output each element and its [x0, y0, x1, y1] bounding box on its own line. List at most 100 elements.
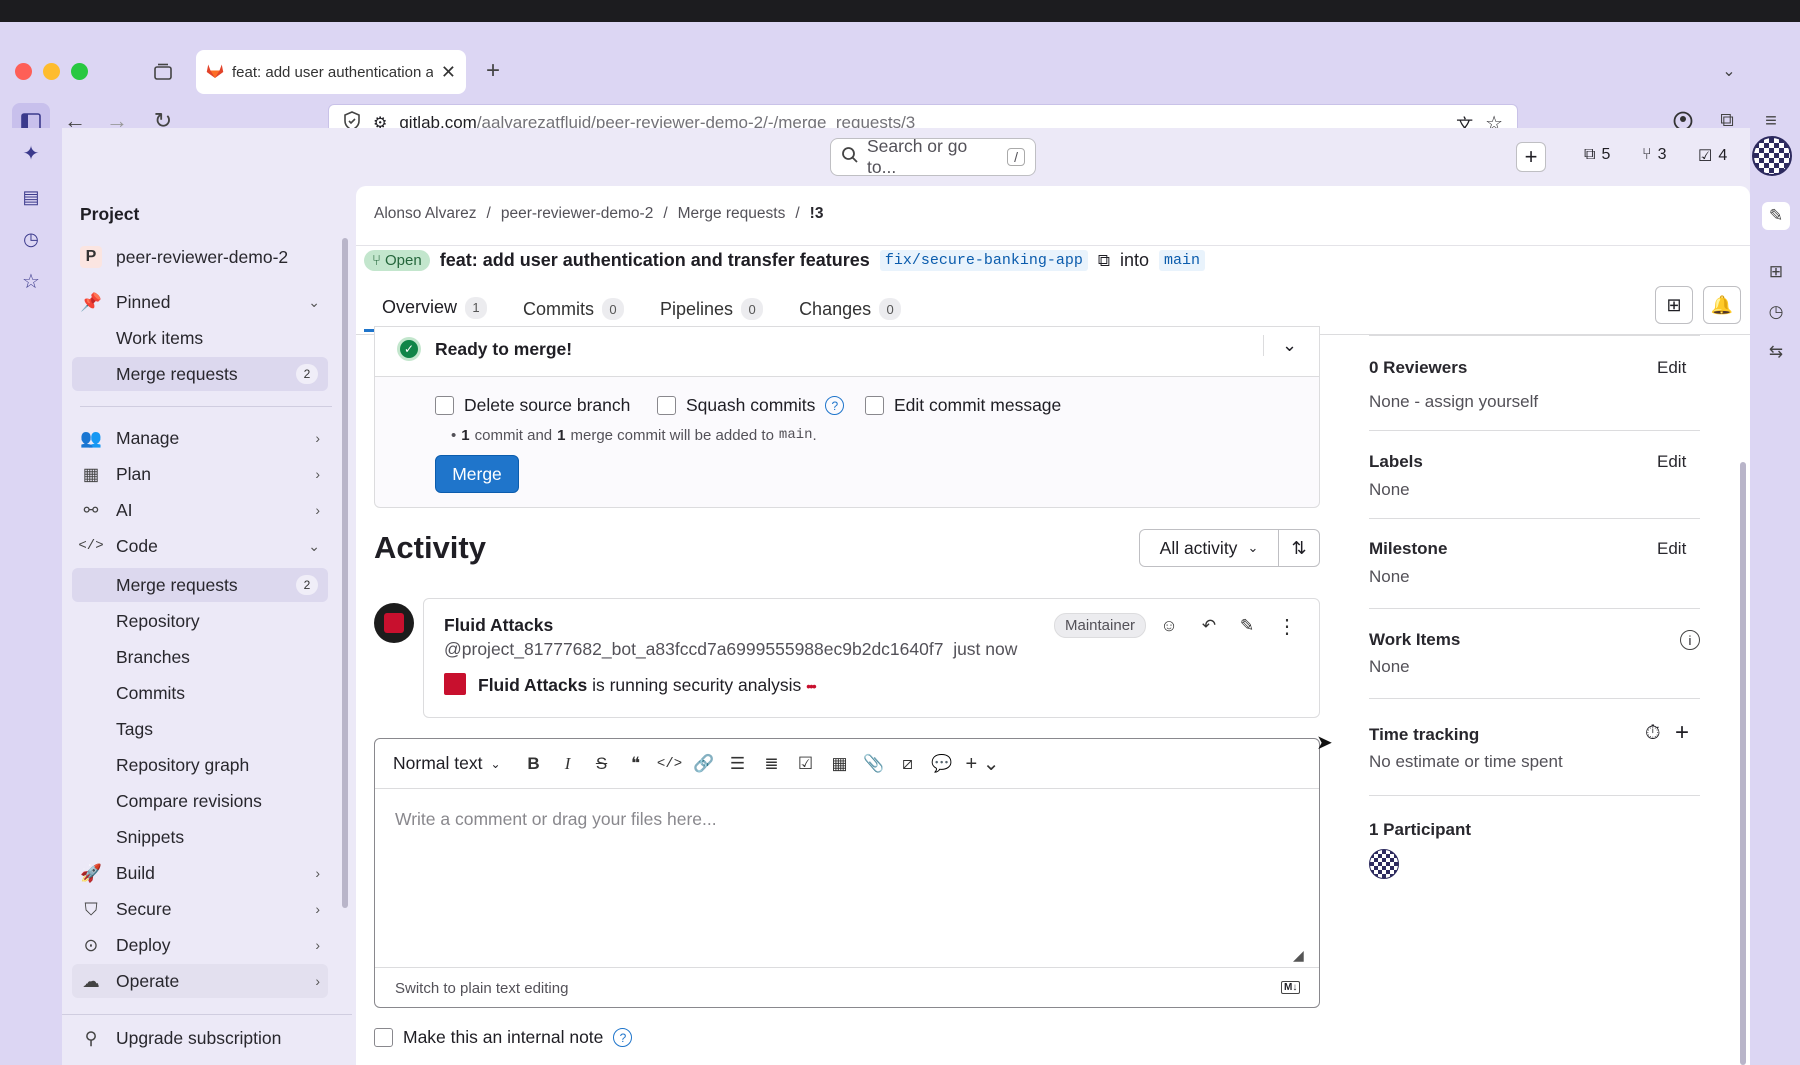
tab-overview-icon[interactable] — [150, 59, 176, 85]
sidebar-item-code[interactable]: </> Code ⌄ — [72, 529, 328, 563]
sidebar-item-secure[interactable]: ⛉ Secure › — [72, 892, 328, 926]
strikethrough-icon[interactable]: S — [587, 749, 617, 779]
link-icon[interactable]: 🔗 — [689, 749, 719, 779]
reviewers-value[interactable]: None - assign yourself — [1369, 392, 1538, 412]
favorites-star-icon[interactable]: ☆ — [18, 268, 44, 294]
breadcrumb-project[interactable]: peer-reviewer-demo-2 — [501, 205, 653, 223]
sidebar-item-manage[interactable]: 👥 Manage › — [72, 421, 328, 455]
sidebar-item-work-items[interactable]: Work items — [72, 321, 328, 355]
sidebar-item-operate[interactable]: ☁ Operate › — [72, 964, 328, 998]
blockquote-icon[interactable]: ❝ — [621, 749, 651, 779]
help-icon[interactable]: ? — [613, 1028, 633, 1047]
close-window-button[interactable] — [15, 63, 32, 80]
browser-tab[interactable]: feat: add user authentication an ✕ — [196, 50, 466, 94]
sidebar-item-pinned-merge-requests[interactable]: Merge requests 2 — [72, 357, 328, 391]
expand-chevron-icon[interactable]: ⌄ — [1263, 335, 1297, 356]
more-insert-icon[interactable]: + ⌄ — [961, 749, 1005, 779]
search-box[interactable]: Search or go to... / — [830, 136, 1036, 177]
sidebar-item-plan[interactable]: ▦ Plan › — [72, 457, 328, 491]
internal-note-option[interactable]: Make this an internal note ? — [374, 1027, 633, 1048]
sidebar-scrollbar[interactable] — [342, 238, 348, 908]
add-reaction-icon[interactable]: ☺ — [1154, 611, 1184, 641]
text-format-dropdown[interactable]: Normal text ⌄ — [393, 753, 501, 774]
minimize-window-button[interactable] — [43, 63, 60, 80]
switch-plain-text-link[interactable]: Switch to plain text editing — [395, 980, 568, 997]
comment-template-icon[interactable]: 💬 — [927, 749, 957, 779]
history-panel-icon[interactable]: ◷ — [1762, 298, 1790, 326]
create-new-button[interactable]: + — [1516, 142, 1546, 172]
note-handle[interactable]: @project_81777682_bot_a83fccd7a699955598… — [444, 639, 943, 659]
reply-icon[interactable]: ↶ — [1194, 611, 1224, 641]
project-switcher[interactable]: P peer-reviewer-demo-2 — [72, 240, 328, 274]
delete-source-checkbox[interactable] — [435, 396, 454, 415]
delete-source-option[interactable]: Delete source branch — [435, 395, 630, 416]
task-list-icon[interactable]: ☑ — [791, 749, 821, 779]
milestone-edit-link[interactable]: Edit — [1657, 539, 1686, 559]
merge-requests-counter[interactable]: ⑂ 3 — [1642, 146, 1667, 164]
sidebar-pinned[interactable]: 📌 Pinned ⌄ — [72, 285, 328, 319]
participant-avatar[interactable] — [1369, 849, 1399, 879]
help-icon[interactable]: ? — [825, 396, 845, 415]
bullet-list-icon[interactable]: ☰ — [723, 749, 753, 779]
todos-counter[interactable]: ☑ 4 — [1698, 146, 1727, 166]
edit-pencil-icon[interactable]: ✎ — [1232, 611, 1262, 641]
labels-edit-link[interactable]: Edit — [1657, 452, 1686, 472]
sidebar-item-branches[interactable]: Branches — [72, 640, 328, 674]
table-icon[interactable]: ▦ — [825, 749, 855, 779]
internal-note-checkbox[interactable] — [374, 1028, 393, 1047]
add-to-do-button[interactable]: ⊞ — [1655, 286, 1693, 324]
reading-list-icon[interactable]: ▤ — [18, 184, 44, 210]
resize-handle-icon[interactable]: ◢ — [1293, 947, 1304, 964]
more-actions-icon[interactable]: ⋮ — [1272, 611, 1302, 641]
sidebar-item-merge-requests[interactable]: Merge requests 2 — [72, 568, 328, 602]
edit-message-checkbox[interactable] — [865, 396, 884, 415]
reviewers-edit-link[interactable]: Edit — [1657, 358, 1686, 378]
copy-icon[interactable]: ⧉ — [1098, 251, 1110, 271]
breadcrumb-user[interactable]: Alonso Alvarez — [374, 205, 477, 223]
zoom-window-button[interactable] — [71, 63, 88, 80]
breadcrumb-merge-requests[interactable]: Merge requests — [678, 205, 786, 223]
sidebar-item-repository[interactable]: Repository — [72, 604, 328, 638]
source-branch[interactable]: fix/secure-banking-app — [879, 250, 1088, 271]
author-avatar[interactable] — [374, 603, 414, 643]
edit-message-option[interactable]: Edit commit message — [865, 395, 1061, 416]
sidebar-item-build[interactable]: 🚀 Build › — [72, 856, 328, 890]
sidebar-item-ai[interactable]: ⚯ AI › — [72, 493, 328, 527]
new-tab-icon[interactable]: + — [480, 57, 506, 84]
squash-checkbox[interactable] — [657, 396, 676, 415]
activity-filter-dropdown[interactable]: All activity ⌄ — [1139, 529, 1279, 567]
italic-icon[interactable]: I — [553, 749, 583, 779]
note-author[interactable]: Fluid Attacks — [444, 615, 553, 636]
info-icon[interactable]: i — [1680, 630, 1700, 650]
ai-sparkle-icon[interactable]: ✦ — [18, 140, 44, 166]
issues-counter[interactable]: ⧉ 5 — [1584, 146, 1610, 164]
sidebar-item-commits[interactable]: Commits — [72, 676, 328, 710]
sidebar-item-repository-graph[interactable]: Repository graph — [72, 748, 328, 782]
bold-icon[interactable]: B — [519, 749, 549, 779]
numbered-list-icon[interactable]: ≣ — [757, 749, 787, 779]
tab-list-chevron-icon[interactable]: ⌄ — [1716, 58, 1742, 84]
comment-input[interactable]: Write a comment or drag your files here.… — [395, 809, 717, 830]
close-tab-icon[interactable]: ✕ — [441, 62, 456, 83]
sidebar-item-compare-revisions[interactable]: Compare revisions — [72, 784, 328, 818]
merge-button[interactable]: Merge — [435, 455, 519, 493]
history-icon[interactable]: ◷ — [18, 226, 44, 252]
sidebar-item-tags[interactable]: Tags — [72, 712, 328, 746]
main-scrollbar[interactable] — [1740, 462, 1746, 1065]
attachment-icon[interactable]: 📎 — [859, 749, 889, 779]
stopwatch-icon[interactable]: ⏱ — [1645, 722, 1661, 745]
sort-order-button[interactable]: ⇅ — [1278, 529, 1320, 567]
squash-option[interactable]: Squash commits? — [657, 395, 845, 416]
add-time-icon[interactable]: + — [1675, 719, 1689, 747]
comments-panel-icon[interactable]: ⊞ — [1762, 258, 1790, 286]
sidebar-item-deploy[interactable]: ⊙ Deploy › — [72, 928, 328, 962]
user-avatar[interactable] — [1752, 136, 1792, 176]
code-icon[interactable]: </> — [655, 749, 685, 779]
notifications-button[interactable]: 🔔 — [1703, 286, 1741, 324]
upgrade-subscription-link[interactable]: ⚲ Upgrade subscription — [72, 1021, 328, 1055]
slash-command-icon[interactable]: ⧄ — [893, 749, 923, 779]
sidebar-item-snippets[interactable]: Snippets — [72, 820, 328, 854]
edit-panel-icon[interactable]: ✎ — [1762, 202, 1790, 230]
breadcrumb-mr-id[interactable]: !3 — [810, 205, 824, 223]
compare-panel-icon[interactable]: ⇆ — [1762, 338, 1790, 366]
